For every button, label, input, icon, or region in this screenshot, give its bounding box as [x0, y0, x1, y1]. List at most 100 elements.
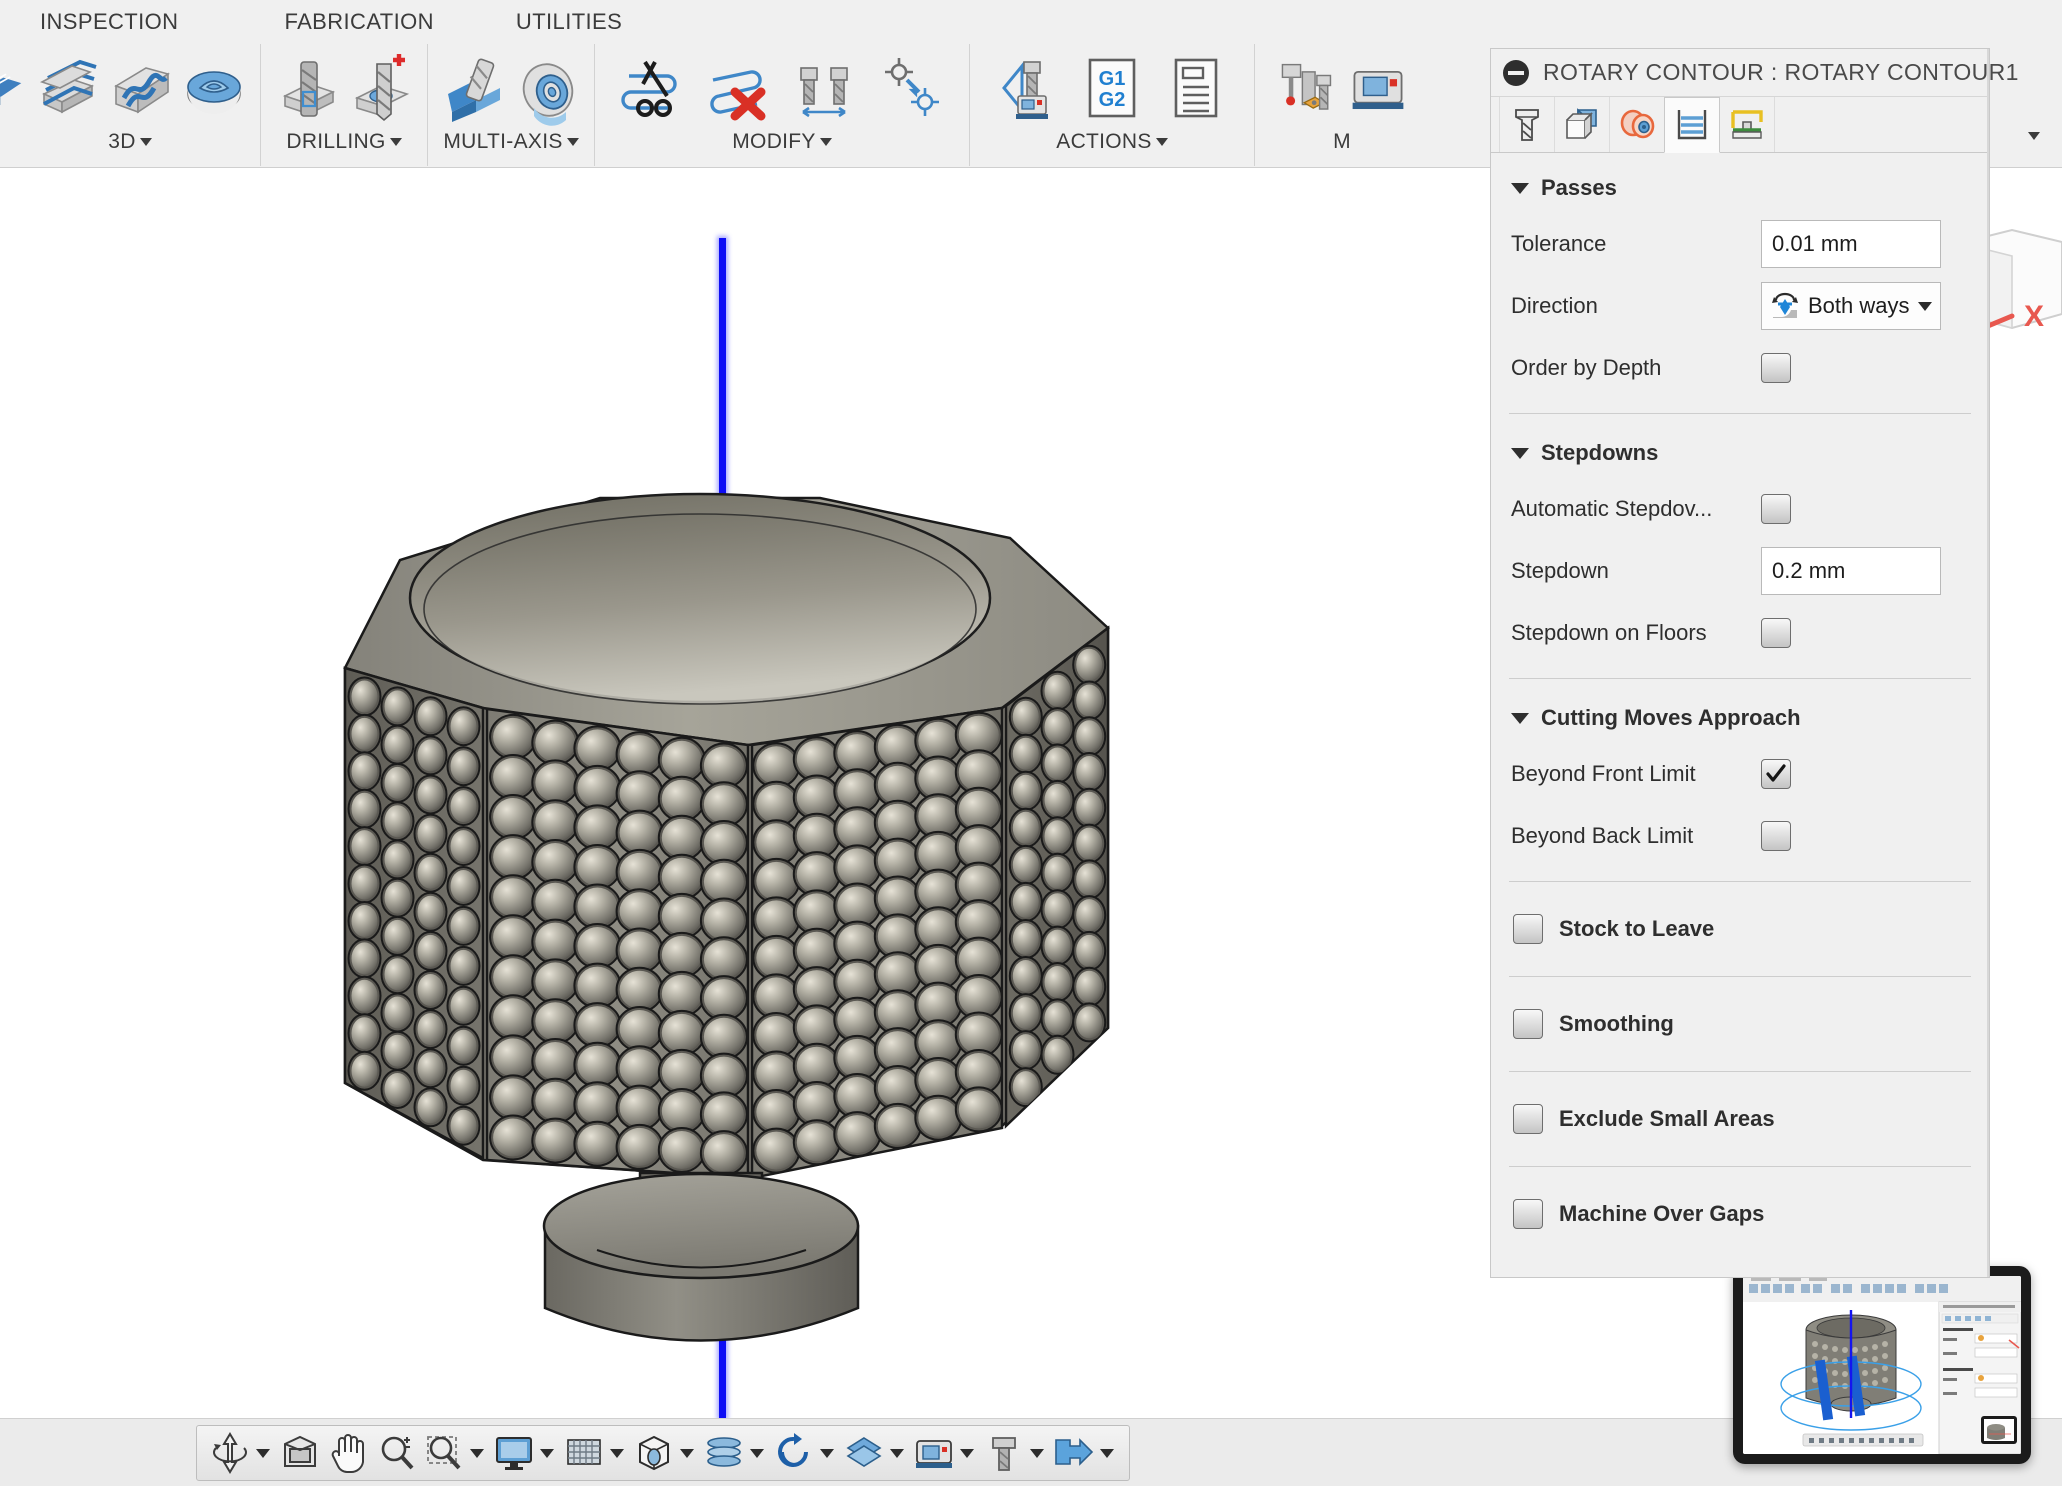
tab-radii[interactable]	[1609, 97, 1665, 152]
order-by-depth-checkbox[interactable]	[1761, 353, 1791, 383]
tool-chevron-down-icon[interactable]	[1030, 1448, 1044, 1458]
g1-g2-icon[interactable]: G1 G2	[1080, 54, 1144, 126]
picture-in-picture-preview[interactable]	[1733, 1266, 2031, 1464]
tab-geometry[interactable]	[1554, 97, 1610, 152]
appearance-chevron-down-icon[interactable]	[890, 1448, 904, 1458]
tab-passes[interactable]	[1664, 97, 1720, 153]
ribbon-group-manage-label[interactable]: M	[1333, 130, 1351, 154]
display-settings-icon[interactable]	[491, 1429, 537, 1477]
grid-snaps-chevron-down-icon[interactable]	[610, 1448, 624, 1458]
delete-toolpath-icon[interactable]	[707, 54, 771, 126]
ribbon-tab-utilities[interactable]: UTILITIES	[506, 7, 632, 37]
ribbon-tab-inspection[interactable]: INSPECTION	[30, 7, 188, 37]
ribbon-overflow-chevron-down-icon[interactable]	[2028, 132, 2040, 140]
zoom-icon[interactable]	[373, 1429, 419, 1477]
zoom-window-chevron-down-icon[interactable]	[470, 1448, 484, 1458]
stock-simulation-chevron-down-icon[interactable]	[1100, 1448, 1114, 1458]
grid-snaps-icon[interactable]	[561, 1429, 607, 1477]
rotary-icon[interactable]	[516, 54, 580, 126]
row-tolerance: Tolerance 0.01 mm	[1491, 213, 1989, 275]
refresh-icon[interactable]	[771, 1429, 817, 1477]
ribbon-group-multi-axis: MULTI-AXIS	[427, 44, 594, 166]
viewports-icon[interactable]	[631, 1429, 677, 1477]
chevron-down-icon[interactable]	[389, 138, 402, 146]
toggle-stock-to-leave[interactable]: Stock to Leave	[1491, 896, 1989, 962]
zoom-window-icon[interactable]	[421, 1429, 467, 1477]
stock-to-leave-checkbox[interactable]	[1513, 914, 1543, 944]
beyond-front-limit-checkbox[interactable]	[1761, 759, 1791, 789]
stepdown-input[interactable]: 0.2 mm	[1761, 547, 1941, 595]
pan-hand-icon[interactable]	[325, 1429, 371, 1477]
dialog-scroll-edge[interactable]	[1987, 49, 1989, 1277]
machine-library-icon[interactable]	[1349, 54, 1407, 126]
smoothing-checkbox[interactable]	[1513, 1009, 1543, 1039]
setup-sheet-icon[interactable]	[1164, 54, 1228, 126]
navigation-bar	[196, 1425, 1130, 1481]
tolerance-input[interactable]: 0.01 mm	[1761, 220, 1941, 268]
machine-sim-chevron-down-icon[interactable]	[960, 1448, 974, 1458]
tool-library-icon[interactable]	[1277, 54, 1335, 126]
section-passes-header[interactable]: Passes	[1491, 163, 1989, 213]
dialog-title-bar[interactable]: ROTARY CONTOUR : ROTARY CONTOUR1	[1491, 49, 2018, 97]
chevron-down-icon[interactable]	[1918, 301, 1932, 311]
ribbon-group-drilling: DRILLING	[260, 44, 427, 166]
layers-chevron-down-icon[interactable]	[750, 1448, 764, 1458]
stock-to-leave-label: Stock to Leave	[1559, 916, 1715, 941]
trim-toolpath-icon[interactable]	[621, 54, 685, 126]
toggle-machine-over-gaps[interactable]: Machine Over Gaps	[1491, 1181, 1989, 1247]
ribbon-group-drilling-label[interactable]: DRILLING	[286, 130, 402, 154]
ribbon-group-modify-label[interactable]: MODIFY	[732, 130, 832, 154]
ribbon-group-actions-label[interactable]: ACTIONS	[1056, 130, 1168, 154]
exclude-small-areas-checkbox[interactable]	[1513, 1104, 1543, 1134]
row-direction: Direction Both ways	[1491, 275, 1989, 337]
tab-linking[interactable]	[1719, 97, 1775, 152]
scallop-3d-icon[interactable]	[182, 54, 246, 126]
chevron-down-icon[interactable]	[566, 138, 579, 146]
adaptive-3d-icon[interactable]	[108, 54, 172, 126]
beyond-back-limit-checkbox[interactable]	[1761, 821, 1791, 851]
look-at-icon[interactable]	[277, 1429, 323, 1477]
machine-over-gaps-checkbox[interactable]	[1513, 1199, 1543, 1229]
rotary-contour-dialog[interactable]: ROTARY CONTOUR : ROTARY CONTOUR1 Passes …	[1490, 48, 2018, 1278]
tool-compare-icon[interactable]	[793, 54, 857, 126]
fusion360-cam-window: X INSPECTION FABRICATION UTILITIES 3D DR…	[0, 0, 2062, 1486]
tool-icon[interactable]	[981, 1429, 1027, 1477]
geometry-icon	[1566, 107, 1597, 139]
post-process-icon[interactable]	[996, 54, 1060, 126]
refresh-chevron-down-icon[interactable]	[820, 1448, 834, 1458]
ribbon-tab-fabrication[interactable]: FABRICATION	[274, 7, 443, 37]
chevron-down-icon[interactable]	[139, 138, 152, 146]
drill-icon[interactable]	[275, 54, 339, 126]
row-stepdown-on-floors: Stepdown on Floors	[1491, 602, 1989, 664]
direction-select[interactable]: Both ways	[1761, 282, 1941, 330]
check-icon	[1766, 764, 1786, 782]
tab-tool[interactable]	[1499, 97, 1555, 152]
orbit-icon[interactable]	[207, 1429, 253, 1477]
bore-circular-icon[interactable]	[349, 54, 413, 126]
ribbon-group-multi-axis-label[interactable]: MULTI-AXIS	[443, 130, 579, 154]
display-settings-chevron-down-icon[interactable]	[540, 1448, 554, 1458]
automatic-stepdown-checkbox[interactable]	[1761, 494, 1791, 524]
parallel-3d-icon[interactable]	[0, 54, 24, 126]
stock-simulation-icon[interactable]	[1051, 1429, 1097, 1477]
stepdown-on-floors-checkbox[interactable]	[1761, 618, 1791, 648]
stepdown-label: Stepdown	[1511, 558, 1609, 583]
toggle-smoothing[interactable]: Smoothing	[1491, 991, 1989, 1057]
toggle-exclude-small-areas[interactable]: Exclude Small Areas	[1491, 1086, 1989, 1152]
layers-icon[interactable]	[701, 1429, 747, 1477]
section-cutting-moves-approach-header[interactable]: Cutting Moves Approach	[1491, 693, 1989, 743]
ribbon-group-3d-label[interactable]: 3D	[108, 130, 152, 154]
chevron-down-icon[interactable]	[1155, 138, 1168, 146]
passes-icon	[1677, 110, 1707, 140]
ribbon-group-multi-axis-text: MULTI-AXIS	[443, 130, 563, 153]
machine-sim-icon[interactable]	[911, 1429, 957, 1477]
contour-3d-icon[interactable]	[34, 54, 98, 126]
section-stepdowns-header[interactable]: Stepdowns	[1491, 428, 1989, 478]
swarf-icon[interactable]	[442, 54, 506, 126]
transform-points-icon[interactable]	[879, 54, 943, 126]
appearance-icon[interactable]	[841, 1429, 887, 1477]
chevron-down-icon[interactable]	[819, 138, 832, 146]
collapse-icon[interactable]	[1503, 59, 1529, 86]
orbit-chevron-down-icon[interactable]	[256, 1448, 270, 1458]
viewports-chevron-down-icon[interactable]	[680, 1448, 694, 1458]
